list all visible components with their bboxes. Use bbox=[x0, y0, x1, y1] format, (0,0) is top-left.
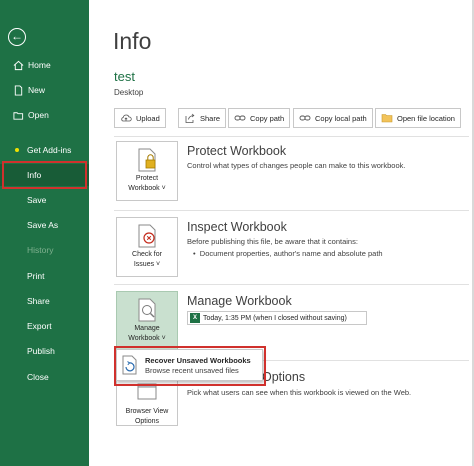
copy-path-button[interactable]: Copy path bbox=[228, 108, 291, 128]
share-label: Share bbox=[200, 113, 221, 123]
recover-highlight-box bbox=[114, 346, 266, 386]
file-name: test bbox=[114, 69, 135, 84]
browser-view-label-1: Browser View bbox=[125, 408, 169, 415]
open-file-location-button[interactable]: Open file location bbox=[375, 108, 461, 128]
sidebar-item-label: Print bbox=[27, 271, 45, 281]
sidebar-item-close[interactable]: Close bbox=[0, 366, 89, 388]
sidebar-item-label: Share bbox=[27, 296, 50, 306]
link-icon bbox=[234, 112, 246, 124]
browser-view-options-title: Options bbox=[262, 370, 306, 384]
inspect-bullet: • Document properties, author's name and… bbox=[193, 249, 383, 258]
manage-document-icon bbox=[135, 297, 159, 323]
sidebar-item-label: History bbox=[27, 245, 54, 255]
upload-cloud-icon bbox=[120, 112, 132, 124]
protect-workbook-button[interactable]: Protect Workbook ˅ bbox=[116, 141, 178, 201]
sidebar-item-label: Home bbox=[28, 60, 51, 70]
sidebar-item-label: Save As bbox=[27, 220, 59, 230]
divider bbox=[114, 210, 469, 211]
sidebar-item-get-add-ins[interactable]: Get Add-ins bbox=[0, 139, 89, 161]
check-issues-label-2: Issues ˅ bbox=[133, 261, 161, 268]
home-icon bbox=[12, 59, 24, 71]
share-icon bbox=[184, 112, 196, 124]
sidebar-item-home[interactable]: Home bbox=[0, 54, 89, 76]
back-arrow-icon[interactable]: ← bbox=[8, 28, 26, 46]
sidebar-item-label: Export bbox=[27, 321, 52, 331]
upload-button[interactable]: Upload bbox=[114, 108, 166, 128]
version-label: Today, 1:35 PM (when I closed without sa… bbox=[203, 314, 347, 322]
divider bbox=[114, 136, 469, 137]
sidebar-item-print[interactable]: Print bbox=[0, 265, 89, 287]
protect-label-2: Workbook ˅ bbox=[128, 185, 166, 192]
sidebar-item-label: Publish bbox=[27, 346, 55, 356]
sidebar-item-label: Open bbox=[28, 110, 49, 120]
sidebar-item-label: Get Add-ins bbox=[27, 145, 72, 155]
check-for-issues-button[interactable]: Check for Issues ˅ bbox=[116, 217, 178, 277]
sidebar-item-label: New bbox=[28, 85, 46, 95]
manage-label-2: Workbook ˅ bbox=[128, 335, 166, 342]
new-document-icon bbox=[12, 84, 24, 96]
sidebar-item-label: Save bbox=[27, 195, 47, 205]
check-issues-label-1: Check for bbox=[132, 251, 162, 258]
inspect-document-icon bbox=[135, 223, 159, 249]
backstage-sidebar: ← Home New Open Get Add-ins Info Save Sa… bbox=[0, 0, 89, 466]
copy-local-path-label: Copy local path bbox=[315, 113, 367, 123]
sidebar-item-save[interactable]: Save bbox=[0, 189, 89, 211]
sidebar-item-new[interactable]: New bbox=[0, 79, 89, 101]
protect-workbook-title: Protect Workbook bbox=[187, 144, 287, 158]
autosave-version-item[interactable]: X Today, 1:35 PM (when I closed without … bbox=[187, 311, 367, 325]
upload-label: Upload bbox=[136, 113, 160, 123]
sidebar-item-history: History bbox=[0, 239, 89, 261]
manage-label-1: Manage bbox=[134, 325, 160, 332]
link-icon bbox=[299, 112, 311, 124]
protect-label-1: Protect bbox=[135, 175, 159, 182]
manage-workbook-title: Manage Workbook bbox=[187, 294, 292, 308]
divider bbox=[114, 284, 469, 285]
sidebar-item-publish[interactable]: Publish bbox=[0, 340, 89, 362]
browser-view-options-desc: Pick what users can see when this workbo… bbox=[187, 388, 412, 397]
inspect-workbook-title: Inspect Workbook bbox=[187, 220, 287, 234]
copy-local-path-button[interactable]: Copy local path bbox=[293, 108, 373, 128]
share-button[interactable]: Share bbox=[178, 108, 227, 128]
sidebar-item-save-as[interactable]: Save As bbox=[0, 214, 89, 236]
open-file-location-label: Open file location bbox=[397, 113, 455, 123]
sidebar-item-share[interactable]: Share bbox=[0, 290, 89, 312]
manage-workbook-button[interactable]: Manage Workbook ˅ bbox=[116, 291, 178, 351]
add-ins-dot-icon bbox=[15, 148, 19, 152]
protect-workbook-desc: Control what types of changes people can… bbox=[187, 161, 406, 170]
inspect-bullet-text: Document properties, author's name and a… bbox=[199, 249, 383, 258]
folder-icon bbox=[381, 112, 393, 124]
info-highlight-box bbox=[2, 161, 87, 189]
sidebar-item-label: Close bbox=[27, 372, 49, 382]
sidebar-item-open[interactable]: Open bbox=[0, 104, 89, 126]
browser-view-label-2: Options bbox=[134, 418, 160, 425]
page-title: Info bbox=[113, 28, 152, 54]
folder-open-icon bbox=[12, 109, 24, 121]
copy-path-label: Copy path bbox=[250, 113, 285, 123]
sidebar-item-export[interactable]: Export bbox=[0, 315, 89, 337]
file-location: Desktop bbox=[114, 88, 144, 97]
lock-document-icon bbox=[135, 147, 159, 173]
inspect-workbook-desc: Before publishing this file, be aware th… bbox=[187, 237, 358, 246]
excel-file-icon: X bbox=[190, 313, 200, 323]
